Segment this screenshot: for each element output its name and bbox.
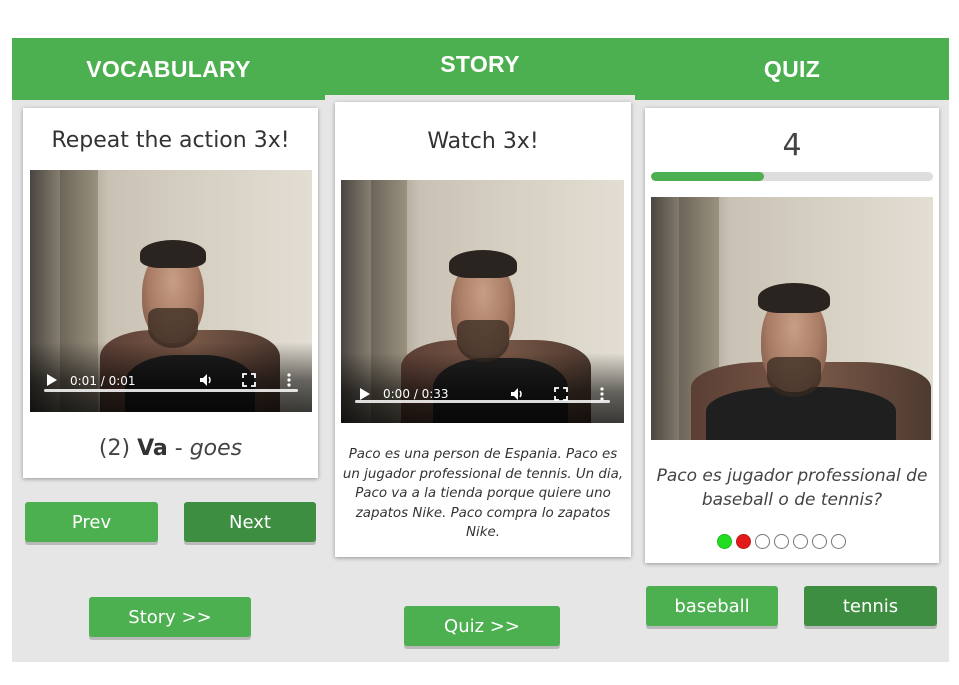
fullscreen-icon[interactable] [242, 373, 256, 387]
video-controls: 0:00 / 0:33 [341, 353, 624, 423]
video-person-hair [449, 250, 517, 278]
question-counter: 4 [782, 128, 802, 163]
volume-icon[interactable] [198, 372, 214, 388]
video-controls: 0:01 / 0:01 [30, 342, 312, 412]
quiz-image [651, 197, 933, 440]
play-icon[interactable] [359, 387, 371, 401]
tab-vocabulary[interactable]: VOCABULARY [12, 38, 325, 100]
story-video[interactable]: 0:00 / 0:33 [341, 180, 624, 423]
answer-status-dot-1 [717, 534, 732, 549]
video-person-hair [140, 240, 206, 268]
quiz-link-button[interactable]: Quiz >> [404, 606, 560, 646]
video-person-beard [767, 357, 821, 397]
word-separator: - [174, 436, 183, 461]
answer-tennis-button[interactable]: tennis [804, 586, 937, 626]
play-icon[interactable] [46, 373, 58, 387]
fullscreen-icon[interactable] [554, 387, 568, 401]
next-button[interactable]: Next [184, 502, 316, 542]
story-text: Paco es una person de Espania. Paco es u… [342, 447, 624, 541]
quiz-card: 4 Paco es jugador professional de baseba… [645, 108, 939, 563]
word-spanish: Va [137, 436, 168, 461]
more-options-icon[interactable] [286, 372, 292, 388]
active-tab-indicator [325, 95, 635, 100]
story-instruction: Watch 3x! [427, 129, 539, 154]
word-english: goes [189, 436, 243, 461]
vocabulary-card: Repeat the action 3x! 0:01 / 0:01 (2) Va… [23, 108, 318, 478]
vocabulary-instruction: Repeat the action 3x! [51, 128, 290, 153]
word-index: (2) [98, 436, 131, 461]
answer-status-dot-6 [812, 534, 827, 549]
tab-quiz[interactable]: QUIZ [635, 38, 949, 100]
story-card: Watch 3x! 0:00 / 0:33 Paco es una person… [335, 102, 631, 557]
video-seek-bar[interactable] [44, 389, 298, 392]
app-frame: VOCABULARY STORY QUIZ Repeat the action … [12, 38, 949, 662]
vocabulary-video[interactable]: 0:01 / 0:01 [30, 170, 312, 412]
prev-button[interactable]: Prev [25, 502, 158, 542]
answer-baseball-button[interactable]: baseball [646, 586, 778, 626]
video-time: 0:00 / 0:33 [383, 387, 449, 401]
quiz-progress-bar [651, 172, 933, 181]
quiz-progress-fill [651, 172, 764, 181]
video-person-hair [758, 283, 830, 313]
answer-status-dot-5 [793, 534, 808, 549]
tab-bar: VOCABULARY STORY QUIZ [12, 38, 949, 100]
quiz-question: Paco es jugador professional de baseball… [656, 466, 928, 510]
answer-status-dot-3 [755, 534, 770, 549]
answer-status-dots [717, 534, 846, 549]
video-seek-bar[interactable] [355, 400, 610, 403]
story-link-button[interactable]: Story >> [89, 597, 251, 637]
vocabulary-word: (2) Va - goes [23, 436, 318, 461]
answer-status-dot-2 [736, 534, 751, 549]
tab-story[interactable]: STORY [325, 38, 635, 100]
answer-status-dot-7 [831, 534, 846, 549]
video-time: 0:01 / 0:01 [70, 374, 136, 388]
answer-status-dot-4 [774, 534, 789, 549]
